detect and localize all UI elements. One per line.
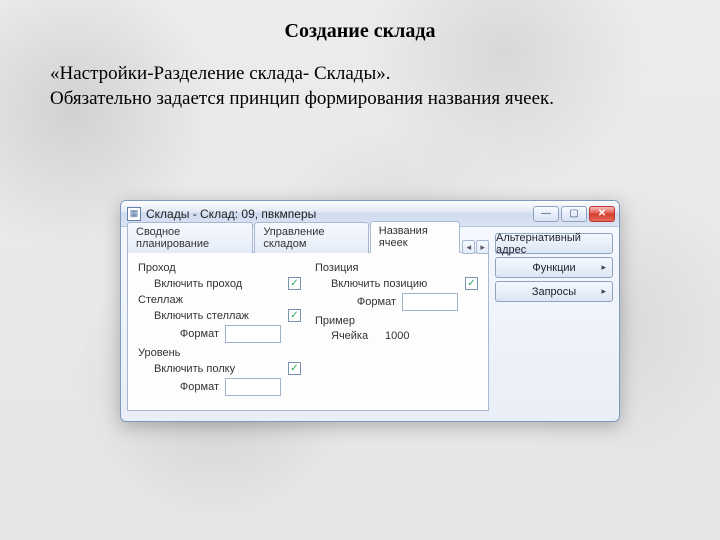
intro-line2: Обязательно задается принцип формировани… — [50, 88, 554, 109]
chevron-right-icon: ▸ — [601, 286, 606, 297]
shelf-format-input[interactable] — [225, 378, 281, 396]
window: ▦ Склады - Склад: 09, пвкмперы — ▢ ✕ Сво… — [120, 200, 620, 422]
include-aisle-checkbox[interactable]: ✓ — [288, 277, 301, 290]
tab-bin-names[interactable]: Названия ячеек — [370, 221, 461, 253]
rack-format-label: Формат — [180, 328, 219, 340]
include-rack-label: Включить стеллаж — [154, 310, 284, 322]
bin-names-form: Проход Включить проход ✓ Стеллаж Включит… — [127, 253, 489, 411]
chevron-right-icon: ▸ — [601, 262, 606, 273]
functions-label: Функции — [532, 262, 575, 274]
position-format-input[interactable] — [402, 293, 458, 311]
page-title: Создание склада — [0, 20, 720, 43]
tabstrip: Сводное планирование Управление складом … — [127, 231, 489, 253]
tab-warehouse-management[interactable]: Управление складом — [254, 222, 368, 253]
cell-value: 1000 — [385, 330, 409, 342]
cell-label: Ячейка — [331, 330, 375, 342]
rack-label: Стеллаж — [138, 294, 183, 306]
position-label: Позиция — [315, 262, 359, 274]
include-position-label: Включить позицию — [331, 278, 461, 290]
maximize-button[interactable]: ▢ — [561, 206, 587, 222]
tab-scroll-left[interactable]: ◂ — [462, 240, 475, 254]
rack-format-input[interactable] — [225, 325, 281, 343]
close-button[interactable]: ✕ — [589, 206, 615, 222]
tab-scroll-right[interactable]: ▸ — [476, 240, 489, 254]
queries-label: Запросы — [532, 286, 576, 298]
tab-summary-planning[interactable]: Сводное планирование — [127, 222, 253, 253]
alt-address-button[interactable]: Альтернативный адрес — [495, 233, 613, 254]
functions-button[interactable]: Функции ▸ — [495, 257, 613, 278]
include-position-checkbox[interactable]: ✓ — [465, 277, 478, 290]
minimize-button[interactable]: — — [533, 206, 559, 222]
window-title: Склады - Склад: 09, пвкмперы — [146, 207, 533, 221]
queries-button[interactable]: Запросы ▸ — [495, 281, 613, 302]
position-format-label: Формат — [357, 296, 396, 308]
shelf-format-label: Формат — [180, 381, 219, 393]
example-label: Пример — [315, 315, 355, 327]
alt-address-label: Альтернативный адрес — [496, 232, 612, 256]
intro-paragraph: «Настройки-Разделение склада- Склады». О… — [50, 62, 670, 111]
intro-line1: «Настройки-Разделение склада- Склады». — [50, 63, 390, 84]
level-label: Уровень — [138, 347, 180, 359]
aisle-label: Проход — [138, 262, 176, 274]
app-icon: ▦ — [127, 207, 141, 221]
window-controls: — ▢ ✕ — [533, 206, 615, 222]
include-shelf-label: Включить полку — [154, 363, 284, 375]
include-aisle-label: Включить проход — [154, 278, 284, 290]
include-shelf-checkbox[interactable]: ✓ — [288, 362, 301, 375]
include-rack-checkbox[interactable]: ✓ — [288, 309, 301, 322]
